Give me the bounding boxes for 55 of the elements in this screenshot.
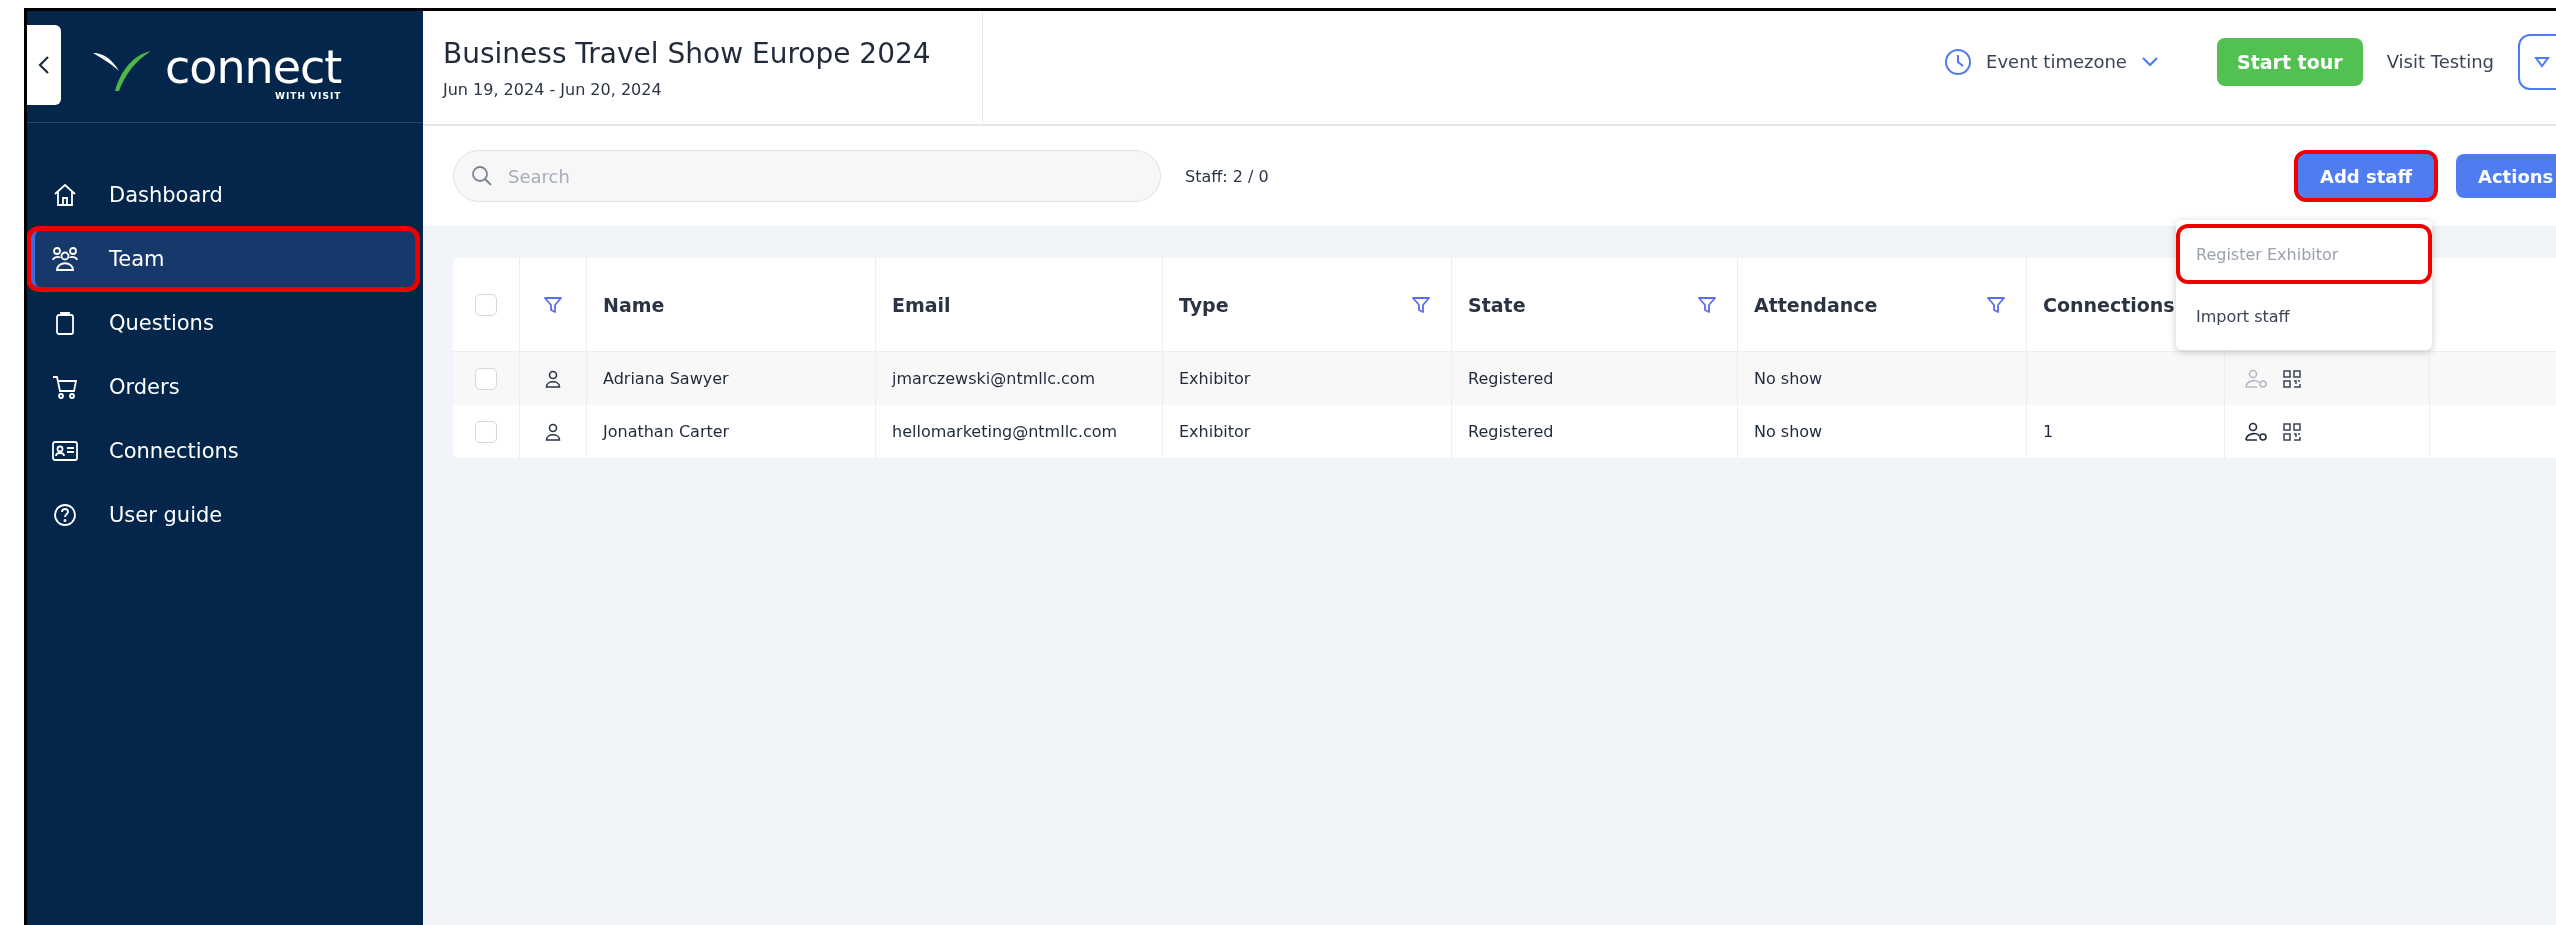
table-cell: Registered [1452, 405, 1738, 458]
table-cell: hellomarketing@ntmllc.com [876, 405, 1163, 458]
logo-wordmark: connect [165, 45, 342, 89]
qr-code-icon [2283, 422, 2301, 441]
table-cell: No show [1738, 352, 2027, 405]
qr-code-icon [2283, 369, 2301, 388]
search-field[interactable]: Search [453, 150, 1161, 202]
staff-count: Staff: 2 / 0 [1185, 166, 1269, 186]
event-title: Business Travel Show Europe 2024 [443, 37, 932, 70]
checkbox[interactable] [475, 293, 497, 316]
help-icon [51, 502, 79, 528]
user-gear-icon [2245, 368, 2269, 389]
nav-item[interactable]: Connections [31, 423, 415, 479]
person-icon [545, 422, 561, 441]
person-icon [545, 369, 561, 388]
table-cell: Jonathan Carter [587, 405, 876, 458]
table-cell: jmarczewski@ntmllc.com [876, 352, 1163, 405]
column-label[interactable]: Email [892, 293, 951, 316]
account-name: Visit Testing [2386, 51, 2494, 72]
table-cell: Adriana Sawyer [587, 352, 876, 405]
table-cell: Registered [1452, 352, 1738, 405]
qr-code-button[interactable] [2283, 369, 2301, 388]
nav-item[interactable]: Orders [31, 359, 415, 415]
nav-item[interactable]: Questions [31, 295, 415, 351]
column-label[interactable]: Attendance [1754, 293, 1878, 316]
column-label[interactable]: State [1468, 293, 1526, 316]
filter-icon [543, 294, 563, 315]
event-dates: Jun 19, 2024 - Jun 20, 2024 [443, 80, 663, 99]
chevron-left-icon [37, 54, 51, 76]
caret-icon [2534, 55, 2550, 68]
id-card-icon [51, 439, 79, 463]
table-cell: Exhibitor [1163, 405, 1452, 458]
nav-item[interactable]: User guide [31, 487, 415, 543]
checkbox[interactable] [475, 367, 497, 390]
manage-user-button[interactable] [2245, 421, 2269, 442]
qr-code-button[interactable] [2283, 422, 2301, 441]
collapse-button[interactable] [27, 25, 61, 105]
clock-icon [1944, 47, 1973, 76]
table-cell: 1 [2027, 405, 2225, 458]
table-cell: Exhibitor [1163, 352, 1452, 405]
column-label[interactable]: Type [1179, 293, 1229, 316]
nav-item[interactable]: Dashboard [31, 167, 415, 223]
chevron-down-icon [2140, 55, 2159, 68]
logo-tagline: WITH VISIT [275, 91, 342, 101]
column-label[interactable]: Name [603, 293, 665, 316]
search-icon [471, 165, 493, 187]
team-icon [51, 246, 79, 272]
table-cell: No show [1738, 405, 2027, 458]
actions-button[interactable]: Actions [2456, 154, 2556, 198]
user-gear-icon [2245, 421, 2269, 442]
menu-item[interactable]: Import staff [2176, 290, 2432, 342]
timezone-dropdown[interactable]: Event timezone [1938, 46, 2165, 77]
column-label[interactable]: Connections [2043, 293, 2175, 316]
checkbox[interactable] [475, 420, 497, 443]
cart-icon [51, 374, 79, 400]
